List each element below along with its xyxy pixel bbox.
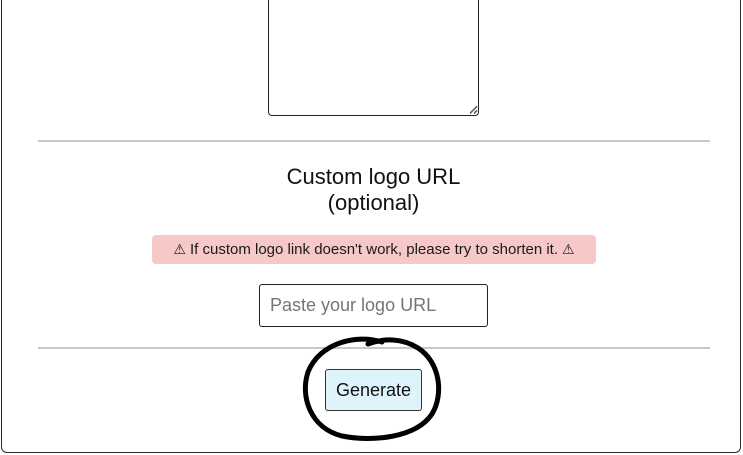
logo-section-subtitle: (optional) [327,190,420,215]
warning-triangle-icon: ⚠ [562,241,575,257]
section-divider [38,140,710,142]
section-divider [38,347,710,349]
form-card: Custom logo URL (optional) ⚠ If custom l… [1,0,741,453]
resize-grip-icon[interactable] [468,104,478,114]
logo-section-title: Custom logo URL [286,164,461,189]
generate-button[interactable]: Generate [325,369,422,411]
text-area[interactable] [268,0,479,116]
warning-text: If custom logo link doesn't work, please… [189,241,559,258]
warning-banner: ⚠ If custom logo link doesn't work, plea… [152,235,596,264]
warning-triangle-icon: ⚠ [173,241,186,257]
logo-url-input[interactable] [259,284,488,327]
